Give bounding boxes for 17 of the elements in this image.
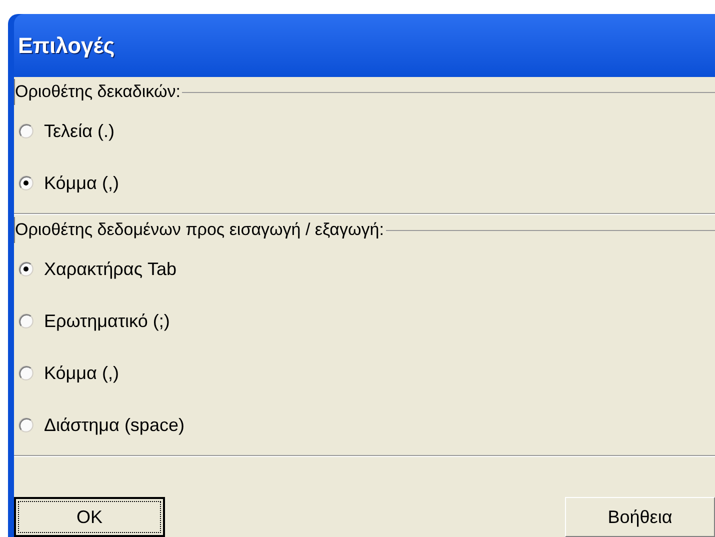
option-label[interactable]: Τελεία (.) — [44, 118, 114, 144]
radio-button[interactable] — [18, 417, 34, 433]
radio-button[interactable] — [18, 365, 34, 381]
option-label[interactable]: Χαρακτήρας Tab — [44, 256, 177, 282]
help-button[interactable]: Βοήθεια — [565, 497, 715, 537]
option-label[interactable]: Κόμμα (,) — [44, 170, 119, 196]
option-label[interactable]: Διάστημα (space) — [44, 412, 184, 438]
window-title: Επιλογές — [18, 32, 115, 60]
radio-button[interactable] — [18, 175, 34, 191]
radio-button[interactable] — [18, 313, 34, 329]
option-label[interactable]: Κόμμα (,) — [44, 360, 119, 386]
radio-button[interactable] — [18, 123, 34, 139]
radio-button[interactable] — [18, 261, 34, 277]
group-label: Οριοθέτης δεκαδικών: — [14, 79, 182, 105]
option-label[interactable]: Ερωτηματικό (;) — [44, 308, 170, 334]
group-label: Οριοθέτης δεδομένων προς εισαγωγή / εξαγωγή: — [14, 217, 386, 243]
ok-button[interactable]: OK — [14, 497, 165, 537]
